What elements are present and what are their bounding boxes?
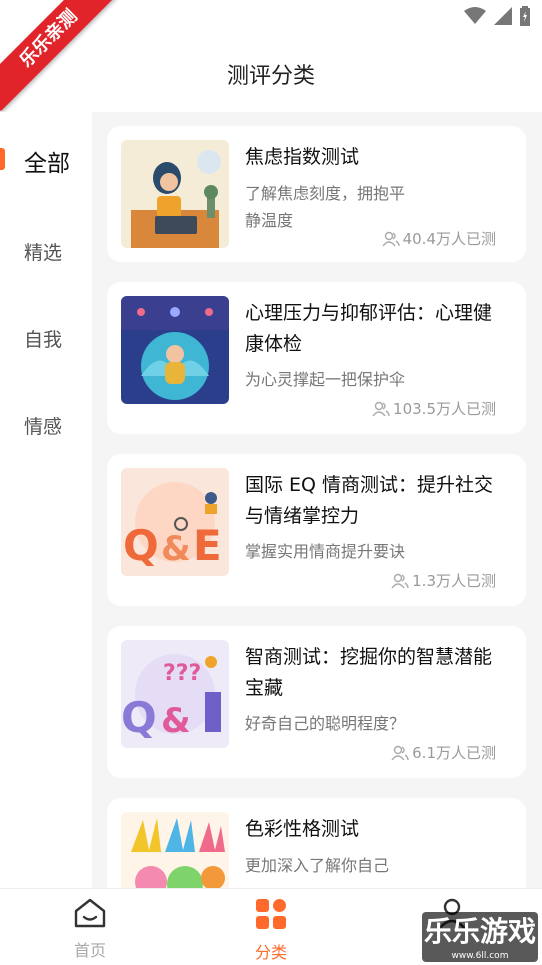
tab-category[interactable]: 分类: [221, 897, 321, 963]
test-count: 6.1万人已测: [391, 742, 496, 763]
card-desc: 好奇自己的聪明程度？: [245, 714, 406, 733]
card-thumbnail: [121, 296, 229, 404]
card-title: 国际 EQ 情商测试：提升社交与情绪掌控力: [245, 474, 494, 527]
svg-text:E: E: [193, 521, 222, 570]
users-icon: [372, 401, 390, 416]
sidebar-item-emotion[interactable]: 情感: [0, 412, 92, 439]
card-title: 智商测试：挖掘你的智慧潜能宝藏: [245, 646, 493, 699]
wifi-icon: [464, 7, 486, 24]
test-card-stress[interactable]: 心理压力与抑郁评估：心理健康体检 为心灵撑起一把保护伞 103.5万人已测: [107, 282, 526, 434]
sidebar-item-featured[interactable]: 精选: [0, 238, 92, 265]
category-grid-icon: [256, 899, 286, 929]
test-count-text: 103.5万人已测: [393, 400, 496, 418]
battery-icon: [520, 6, 530, 26]
test-list: 焦虑指数测试 了解焦虑刻度，拥抱平静温度 40.4万人已测 心理压力与抑郁评估：…: [92, 112, 542, 888]
signal-icon: [494, 7, 512, 25]
test-count-text: 40.4万人已测: [402, 230, 496, 248]
test-count-text: 1.3万人已测: [412, 572, 496, 590]
card-desc: 更加深入了解你自己: [245, 856, 390, 875]
card-title: 心理压力与抑郁评估：心理健康体检: [245, 302, 493, 355]
card-title: 色彩性格测试: [245, 818, 360, 840]
sidebar-item-all[interactable]: 全部: [0, 144, 92, 178]
card-thumbnail: [121, 140, 229, 248]
home-icon: [74, 898, 106, 928]
sidebar-item-self[interactable]: 自我: [0, 325, 92, 352]
test-card-iq[interactable]: Q & ??? 智商测试：挖掘你的智慧潜能宝藏 好奇自己的聪明程度？ 6.1万人…: [107, 626, 526, 778]
tab-label: 首页: [73, 941, 106, 960]
svg-text:Q: Q: [121, 693, 157, 742]
test-card-eq[interactable]: Q & E 国际 EQ 情商测试：提升社交与情绪掌控力 掌握实用情商提升要诀 1…: [107, 454, 526, 606]
card-title: 焦虑指数测试: [245, 146, 360, 168]
users-icon: [382, 231, 400, 246]
card-desc: 为心灵撑起一把保护伞: [245, 370, 406, 389]
test-count: 103.5万人已测: [372, 398, 496, 419]
test-count: 40.4万人已测: [382, 228, 496, 249]
card-desc: 掌握实用情商提升要诀: [245, 542, 406, 561]
watermark-logo: 乐乐游戏 www.6ll.com: [422, 912, 538, 962]
svg-text:Q: Q: [123, 521, 159, 570]
test-count: 1.3万人已测: [391, 570, 496, 591]
card-thumbnail: Q & E: [121, 468, 229, 576]
tab-home[interactable]: 首页: [40, 897, 140, 961]
category-sidebar: 全部 精选 自我 情感: [0, 112, 92, 888]
test-card-color[interactable]: 色彩性格测试 更加深入了解你自己: [107, 798, 526, 888]
tab-label: 分类: [254, 943, 287, 962]
svg-text:&: &: [161, 701, 191, 741]
watermark-url: www.6ll.com: [451, 951, 509, 961]
users-icon: [391, 745, 409, 760]
card-thumbnail: [121, 812, 229, 888]
card-thumbnail: Q & ???: [121, 640, 229, 748]
card-desc: 了解焦虑刻度，拥抱平静温度: [245, 184, 406, 230]
ribbon-label: 乐乐亲测: [0, 0, 120, 112]
svg-text:&: &: [161, 529, 191, 569]
users-icon: [391, 573, 409, 588]
test-count-text: 6.1万人已测: [412, 744, 496, 762]
svg-text:???: ???: [163, 661, 201, 686]
test-card-anxiety[interactable]: 焦虑指数测试 了解焦虑刻度，拥抱平静温度 40.4万人已测: [107, 126, 526, 262]
watermark-text: 乐乐游戏: [423, 915, 536, 948]
page-title: 测评分类: [226, 64, 315, 89]
